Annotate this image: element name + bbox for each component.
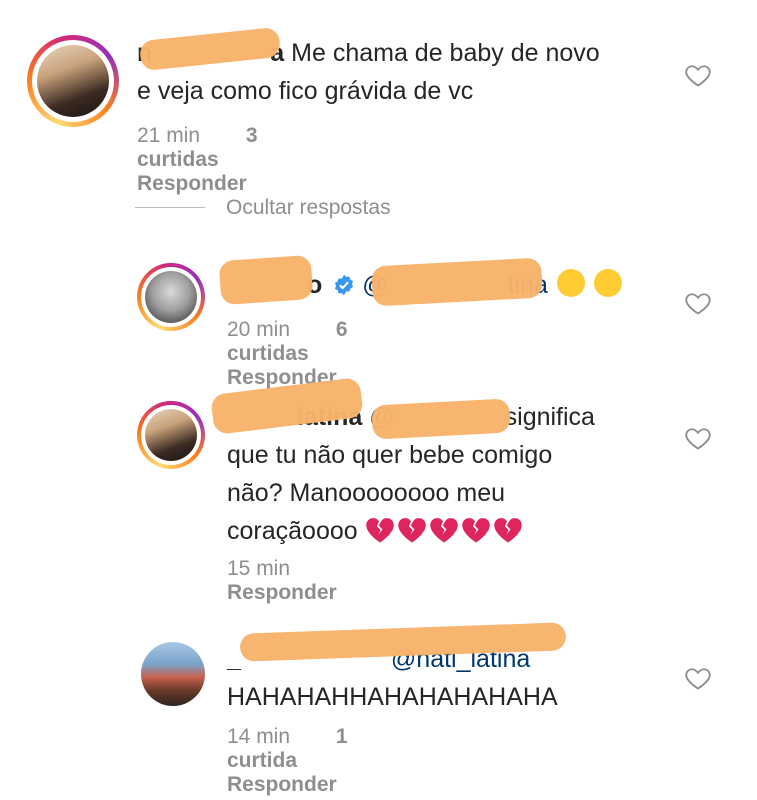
broken-heart-emoji [397, 518, 426, 543]
comment-meta: 20 min 6 curtidas Responder [227, 318, 377, 390]
broken-heart-emoji [365, 518, 394, 543]
timestamp: 21 min [137, 124, 201, 147]
heart-outline-icon[interactable] [684, 424, 712, 452]
hide-replies-button[interactable]: Ocultar respostas [226, 196, 391, 220]
comment-meta: 15 min Responder [227, 557, 377, 605]
verified-badge-icon [335, 274, 354, 296]
redaction-mark [218, 254, 314, 306]
heart-outline-icon[interactable] [684, 61, 712, 89]
comment-text-line2: e veja como fico grávida de vc [137, 77, 474, 105]
avatar[interactable] [145, 271, 197, 323]
heart-outline-icon[interactable] [684, 289, 712, 317]
redaction-mark [371, 398, 511, 440]
avatar[interactable] [37, 45, 109, 117]
hide-replies-line [135, 207, 205, 208]
comment-meta: 21 min 3 curtidas Responder [137, 124, 287, 196]
reply-button[interactable]: Responder [227, 773, 337, 796]
avatar[interactable] [141, 642, 205, 706]
laughing-tears-emoji [556, 269, 585, 297]
avatar[interactable] [145, 409, 197, 461]
comment-meta: 14 min 1 curtida Responder [227, 725, 377, 797]
broken-heart-emoji [429, 518, 458, 543]
comment-text: HAHAHAHHAHAHAHAHAHA [227, 683, 558, 711]
timestamp: 20 min [227, 318, 291, 341]
comment-text-line4: coraçãoooo [227, 517, 358, 545]
timestamp: 15 min [227, 557, 291, 580]
laughing-tears-emoji [593, 269, 622, 297]
comment-text: significa [504, 403, 595, 431]
comment-text-line2: que tu não quer bebe comigo [227, 441, 553, 469]
reply-button[interactable]: Responder [227, 581, 337, 604]
timestamp: 14 min [227, 725, 291, 748]
reply-button[interactable]: Responder [137, 172, 247, 195]
heart-outline-icon[interactable] [684, 664, 712, 692]
comment-text-line3: não? Manoooooooo meu [227, 479, 506, 507]
username[interactable]: _ [227, 645, 241, 673]
broken-heart-emoji [461, 518, 490, 543]
comment-text: Me chama de baby de novo [291, 39, 600, 67]
broken-heart-emoji [493, 518, 522, 543]
